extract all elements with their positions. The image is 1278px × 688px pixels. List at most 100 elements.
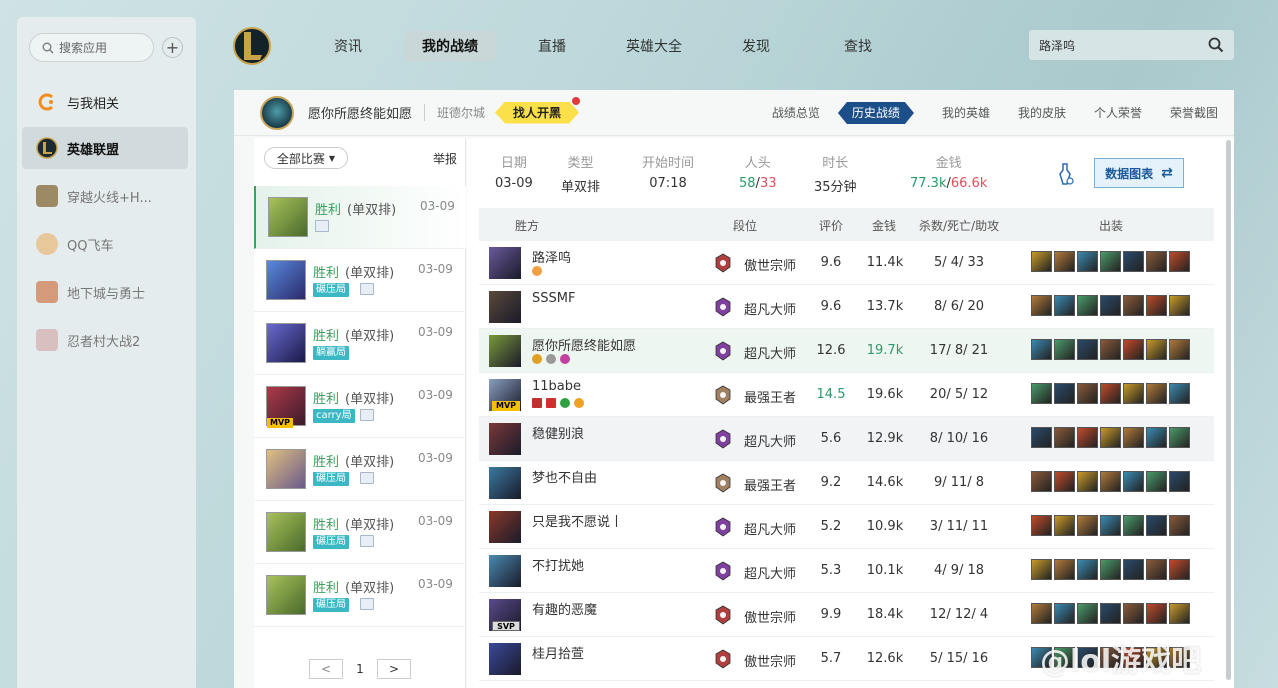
item-icon[interactable] bbox=[1100, 251, 1121, 272]
tab-news[interactable]: 资讯 bbox=[302, 31, 394, 61]
table-row[interactable]: SVP 有趣的恶魔 傲世宗师 9.9 18.4k 12/ 12/ 4 bbox=[479, 593, 1214, 637]
champion-avatar[interactable] bbox=[489, 511, 521, 543]
data-chart-button[interactable]: 数据图表 ⇄ bbox=[1094, 158, 1184, 188]
item-icon[interactable] bbox=[1054, 515, 1075, 536]
next-page-button[interactable]: > bbox=[377, 659, 411, 679]
sidebar-item-ninja[interactable]: 忍者村大战2 bbox=[22, 319, 188, 361]
item-icon[interactable] bbox=[1077, 559, 1098, 580]
tab-overview[interactable]: 战绩总览 bbox=[772, 102, 820, 124]
item-icon[interactable] bbox=[1123, 427, 1144, 448]
item-icon[interactable] bbox=[1146, 251, 1167, 272]
add-app-button[interactable]: + bbox=[162, 37, 183, 58]
item-icon[interactable] bbox=[1169, 339, 1190, 360]
player-name[interactable]: 稳健别浪 bbox=[532, 423, 584, 442]
tab-honor-screenshots[interactable]: 荣誉截图 bbox=[1170, 102, 1218, 124]
item-icon[interactable] bbox=[1100, 471, 1121, 492]
tab-honors[interactable]: 个人荣誉 bbox=[1094, 102, 1142, 124]
list-item[interactable]: 胜利 (单双排) 03-09 碾压局 bbox=[254, 438, 466, 501]
item-icon[interactable] bbox=[1100, 515, 1121, 536]
item-icon[interactable] bbox=[1169, 251, 1190, 272]
item-icon[interactable] bbox=[1054, 603, 1075, 624]
tab-discover[interactable]: 发现 bbox=[710, 31, 802, 61]
image-icon[interactable] bbox=[360, 535, 374, 547]
tab-history[interactable]: 历史战绩 bbox=[838, 102, 914, 124]
item-icon[interactable] bbox=[1077, 251, 1098, 272]
item-icon[interactable] bbox=[1031, 339, 1052, 360]
scrollbar[interactable] bbox=[1226, 140, 1231, 680]
player-name[interactable]: 有趣的恶魔 bbox=[532, 599, 597, 618]
item-icon[interactable] bbox=[1123, 295, 1144, 316]
tab-my-heroes[interactable]: 我的英雄 bbox=[942, 102, 990, 124]
item-icon[interactable] bbox=[1123, 471, 1144, 492]
search-icon[interactable] bbox=[1208, 37, 1224, 53]
player-name[interactable]: 桂月拾萱 bbox=[532, 643, 584, 662]
item-icon[interactable] bbox=[1077, 339, 1098, 360]
item-icon[interactable] bbox=[1123, 339, 1144, 360]
item-icon[interactable] bbox=[1146, 603, 1167, 624]
item-icon[interactable] bbox=[1123, 251, 1144, 272]
item-icon[interactable] bbox=[1123, 383, 1144, 404]
player-name[interactable]: 不打扰她 bbox=[532, 555, 584, 574]
match-filter-dropdown[interactable]: 全部比赛 ▼ bbox=[264, 147, 348, 169]
item-icon[interactable] bbox=[1031, 251, 1052, 272]
list-item[interactable]: 胜利 (单双排) 03-09 碾压局 bbox=[254, 249, 466, 312]
item-icon[interactable] bbox=[1146, 383, 1167, 404]
item-icon[interactable] bbox=[1100, 559, 1121, 580]
report-link[interactable]: 举报 bbox=[433, 150, 457, 167]
item-icon[interactable] bbox=[1077, 295, 1098, 316]
item-icon[interactable] bbox=[1169, 383, 1190, 404]
item-icon[interactable] bbox=[1054, 383, 1075, 404]
list-item[interactable]: MVP 胜利 (单双排) 03-09 carry局 bbox=[254, 375, 466, 438]
item-icon[interactable] bbox=[1031, 427, 1052, 448]
lol-logo-icon[interactable] bbox=[232, 24, 272, 68]
item-icon[interactable] bbox=[1054, 427, 1075, 448]
image-icon[interactable] bbox=[360, 409, 374, 421]
item-icon[interactable] bbox=[1169, 295, 1190, 316]
champion-avatar[interactable] bbox=[489, 291, 521, 323]
player-name[interactable]: 只是我不愿说丨 bbox=[532, 511, 623, 530]
item-icon[interactable] bbox=[1146, 427, 1167, 448]
table-row[interactable]: 路泽呜 傲世宗师 9.6 11.4k 5/ 4/ 33 bbox=[479, 241, 1214, 285]
item-icon[interactable] bbox=[1100, 427, 1121, 448]
list-item[interactable]: 胜利 (单双排) 03-09 bbox=[254, 186, 466, 249]
sidebar-item-dnf[interactable]: 地下城与勇士 bbox=[22, 271, 188, 313]
item-icon[interactable] bbox=[1077, 427, 1098, 448]
tab-search[interactable]: 查找 bbox=[812, 31, 904, 61]
item-icon[interactable] bbox=[1169, 427, 1190, 448]
sidebar-item-related[interactable]: 与我相关 bbox=[22, 81, 188, 123]
item-icon[interactable] bbox=[1077, 471, 1098, 492]
item-icon[interactable] bbox=[1077, 515, 1098, 536]
champion-avatar[interactable] bbox=[489, 247, 521, 279]
avatar[interactable] bbox=[260, 95, 294, 130]
tab-my-skins[interactable]: 我的皮肤 bbox=[1018, 102, 1066, 124]
item-icon[interactable] bbox=[1100, 339, 1121, 360]
player-name[interactable]: 愿你所愿终能如愿 bbox=[532, 335, 636, 354]
champion-avatar[interactable] bbox=[489, 467, 521, 499]
tab-my-record[interactable]: 我的战绩 bbox=[404, 31, 496, 61]
item-icon[interactable] bbox=[1031, 559, 1052, 580]
sidebar-item-cf[interactable]: 穿越火线+H... bbox=[22, 175, 188, 217]
sidebar-item-qqspeed[interactable]: QQ飞车 bbox=[22, 223, 188, 265]
item-icon[interactable] bbox=[1077, 383, 1098, 404]
table-row[interactable]: SSSMF 超凡大师 9.6 13.7k 8/ 6/ 20 bbox=[479, 285, 1214, 329]
item-icon[interactable] bbox=[1100, 295, 1121, 316]
item-icon[interactable] bbox=[1054, 339, 1075, 360]
item-icon[interactable] bbox=[1054, 559, 1075, 580]
table-row[interactable]: 不打扰她 超凡大师 5.3 10.1k 4/ 9/ 18 bbox=[479, 549, 1214, 593]
tab-live[interactable]: 直播 bbox=[506, 31, 598, 61]
table-row[interactable]: 稳健别浪 超凡大师 5.6 12.9k 8/ 10/ 16 bbox=[479, 417, 1214, 461]
item-icon[interactable] bbox=[1031, 383, 1052, 404]
item-icon[interactable] bbox=[1146, 471, 1167, 492]
sidebar-item-lol[interactable]: 英雄联盟 bbox=[22, 127, 188, 169]
item-icon[interactable] bbox=[1169, 603, 1190, 624]
image-icon[interactable] bbox=[360, 598, 374, 610]
item-icon[interactable] bbox=[1146, 559, 1167, 580]
item-icon[interactable] bbox=[1077, 603, 1098, 624]
list-item[interactable]: 胜利 (单双排) 03-09 碾压局 bbox=[254, 501, 466, 564]
item-icon[interactable] bbox=[1169, 559, 1190, 580]
champion-avatar[interactable] bbox=[489, 643, 521, 675]
prev-page-button[interactable]: < bbox=[309, 659, 343, 679]
list-item[interactable]: 胜利 (单双排) 03-09 碾压局 bbox=[254, 564, 466, 627]
item-icon[interactable] bbox=[1031, 603, 1052, 624]
hero-stats-icon[interactable] bbox=[1055, 162, 1075, 186]
